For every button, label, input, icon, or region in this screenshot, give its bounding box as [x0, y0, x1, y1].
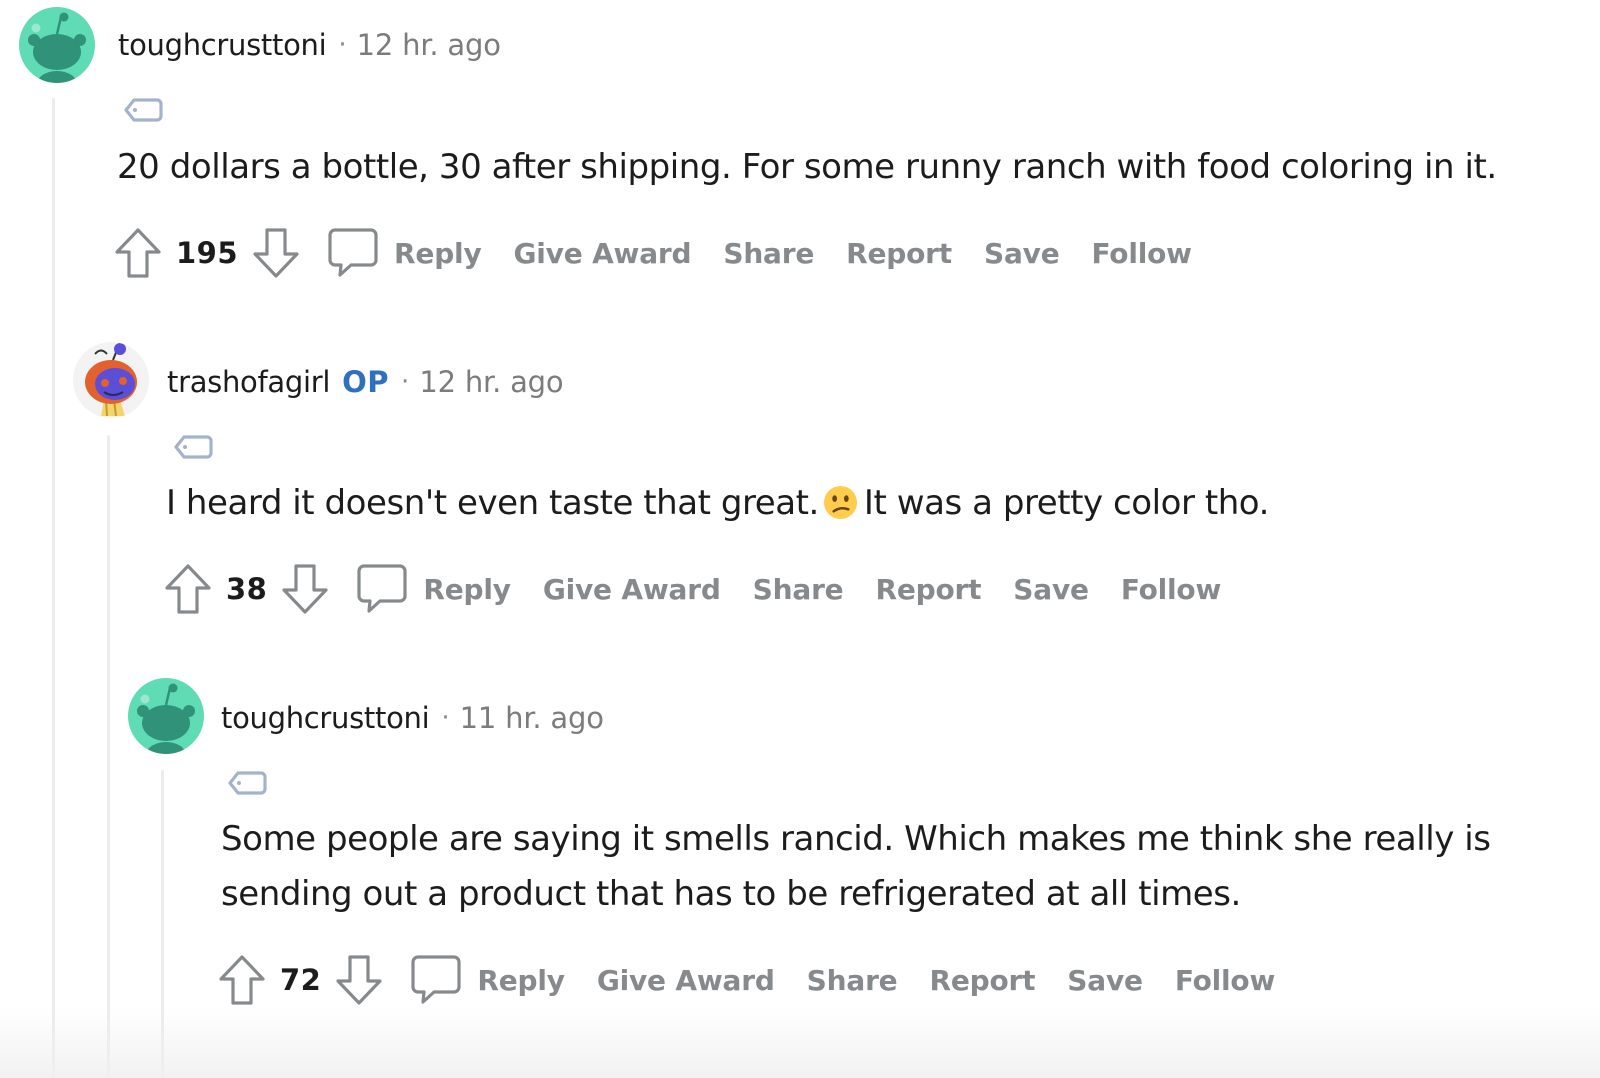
user-avatar[interactable]	[128, 678, 204, 754]
downvote-arrow-icon	[281, 563, 329, 615]
save-button[interactable]: Save	[1067, 964, 1143, 997]
comment-timestamp[interactable]: 11 hr. ago	[460, 701, 604, 735]
share-button[interactable]: Share	[723, 237, 814, 270]
tag-icon	[174, 434, 214, 460]
snoo-avatar-icon	[19, 7, 95, 83]
confused-face-emoji-icon	[823, 485, 858, 520]
comment-header: toughcrusttoni · 11 hr. ago	[221, 698, 604, 738]
thread-line-level-1[interactable]	[52, 98, 55, 1078]
give-award-button[interactable]: Give Award	[597, 964, 775, 997]
meta-separator: ·	[338, 30, 347, 60]
username-link[interactable]: trashofagirl	[167, 365, 330, 399]
comment-bubble-icon	[327, 227, 379, 279]
comment-actions: 38 Reply Give Award Share Report Save Fo…	[162, 561, 1253, 617]
downvote-arrow-icon	[335, 954, 383, 1006]
upvote-button[interactable]	[162, 563, 214, 615]
comment-header: trashofagirl OP · 12 hr. ago	[167, 362, 564, 402]
meta-separator: ·	[401, 367, 410, 397]
downvote-button[interactable]	[250, 227, 302, 279]
comment-text: It was a pretty color tho.	[863, 483, 1269, 523]
custom-snoo-avatar-icon	[73, 342, 149, 418]
vote-score: 38	[226, 572, 268, 606]
comment-bubble-icon	[410, 954, 462, 1006]
meta-separator: ·	[441, 703, 450, 733]
reply-icon-button[interactable]	[355, 562, 409, 616]
comment-actions: 72 Reply Give Award Share Report Save Fo…	[216, 952, 1307, 1008]
comment-timestamp[interactable]: 12 hr. ago	[419, 365, 563, 399]
report-button[interactable]: Report	[875, 573, 981, 606]
save-button[interactable]: Save	[1013, 573, 1089, 606]
username-link[interactable]: toughcrusttoni	[221, 701, 430, 735]
give-award-button[interactable]: Give Award	[543, 573, 721, 606]
follow-button[interactable]: Follow	[1121, 573, 1222, 606]
share-button[interactable]: Share	[753, 573, 844, 606]
user-avatar[interactable]	[73, 342, 149, 418]
give-award-button[interactable]: Give Award	[514, 237, 692, 270]
reply-icon-button[interactable]	[326, 226, 380, 280]
snoo-avatar-icon	[128, 678, 204, 754]
comment-bubble-icon	[356, 563, 408, 615]
follow-button[interactable]: Follow	[1092, 237, 1193, 270]
comment-header: toughcrusttoni · 12 hr. ago	[118, 25, 501, 65]
tag-icon	[124, 97, 164, 123]
vote-score: 72	[280, 963, 322, 997]
username-link[interactable]: toughcrusttoni	[118, 28, 327, 62]
comment-text: I heard it doesn't even taste that great…	[166, 483, 819, 523]
upvote-button[interactable]	[112, 227, 164, 279]
follow-button[interactable]: Follow	[1175, 964, 1276, 997]
tag-icon	[228, 770, 268, 796]
thread-line-level-2[interactable]	[107, 435, 110, 1078]
upvote-arrow-icon	[164, 563, 212, 615]
upvote-arrow-icon	[218, 954, 266, 1006]
user-avatar[interactable]	[19, 7, 95, 83]
downvote-button[interactable]	[333, 954, 385, 1006]
comment-text-line: Some people are saying it smells rancid.…	[221, 819, 1491, 859]
comment-text-line: sending out a product that has to be ref…	[221, 874, 1241, 914]
comment-actions: 195 Reply Give Award Share Report Save F…	[112, 225, 1224, 281]
upvote-arrow-icon	[114, 227, 162, 279]
report-button[interactable]: Report	[929, 964, 1035, 997]
upvote-button[interactable]	[216, 954, 268, 1006]
share-button[interactable]: Share	[807, 964, 898, 997]
vote-score: 195	[176, 236, 239, 270]
reply-icon-button[interactable]	[409, 953, 463, 1007]
reply-button[interactable]: Reply	[423, 573, 511, 606]
comment-body: 20 dollars a bottle, 30 after shipping. …	[117, 140, 1497, 195]
bottom-fade	[0, 1008, 1600, 1078]
save-button[interactable]: Save	[984, 237, 1060, 270]
downvote-button[interactable]	[279, 563, 331, 615]
comment-text-line: 20 dollars a bottle, 30 after shipping. …	[117, 147, 1497, 187]
comment-body: Some people are saying it smells rancid.…	[221, 812, 1491, 922]
op-badge: OP	[342, 365, 390, 399]
reply-button[interactable]: Reply	[394, 237, 482, 270]
comment-body: I heard it doesn't even taste that great…	[166, 476, 1269, 531]
report-button[interactable]: Report	[846, 237, 952, 270]
reply-button[interactable]: Reply	[477, 964, 565, 997]
comment-timestamp[interactable]: 12 hr. ago	[357, 28, 501, 62]
downvote-arrow-icon	[252, 227, 300, 279]
